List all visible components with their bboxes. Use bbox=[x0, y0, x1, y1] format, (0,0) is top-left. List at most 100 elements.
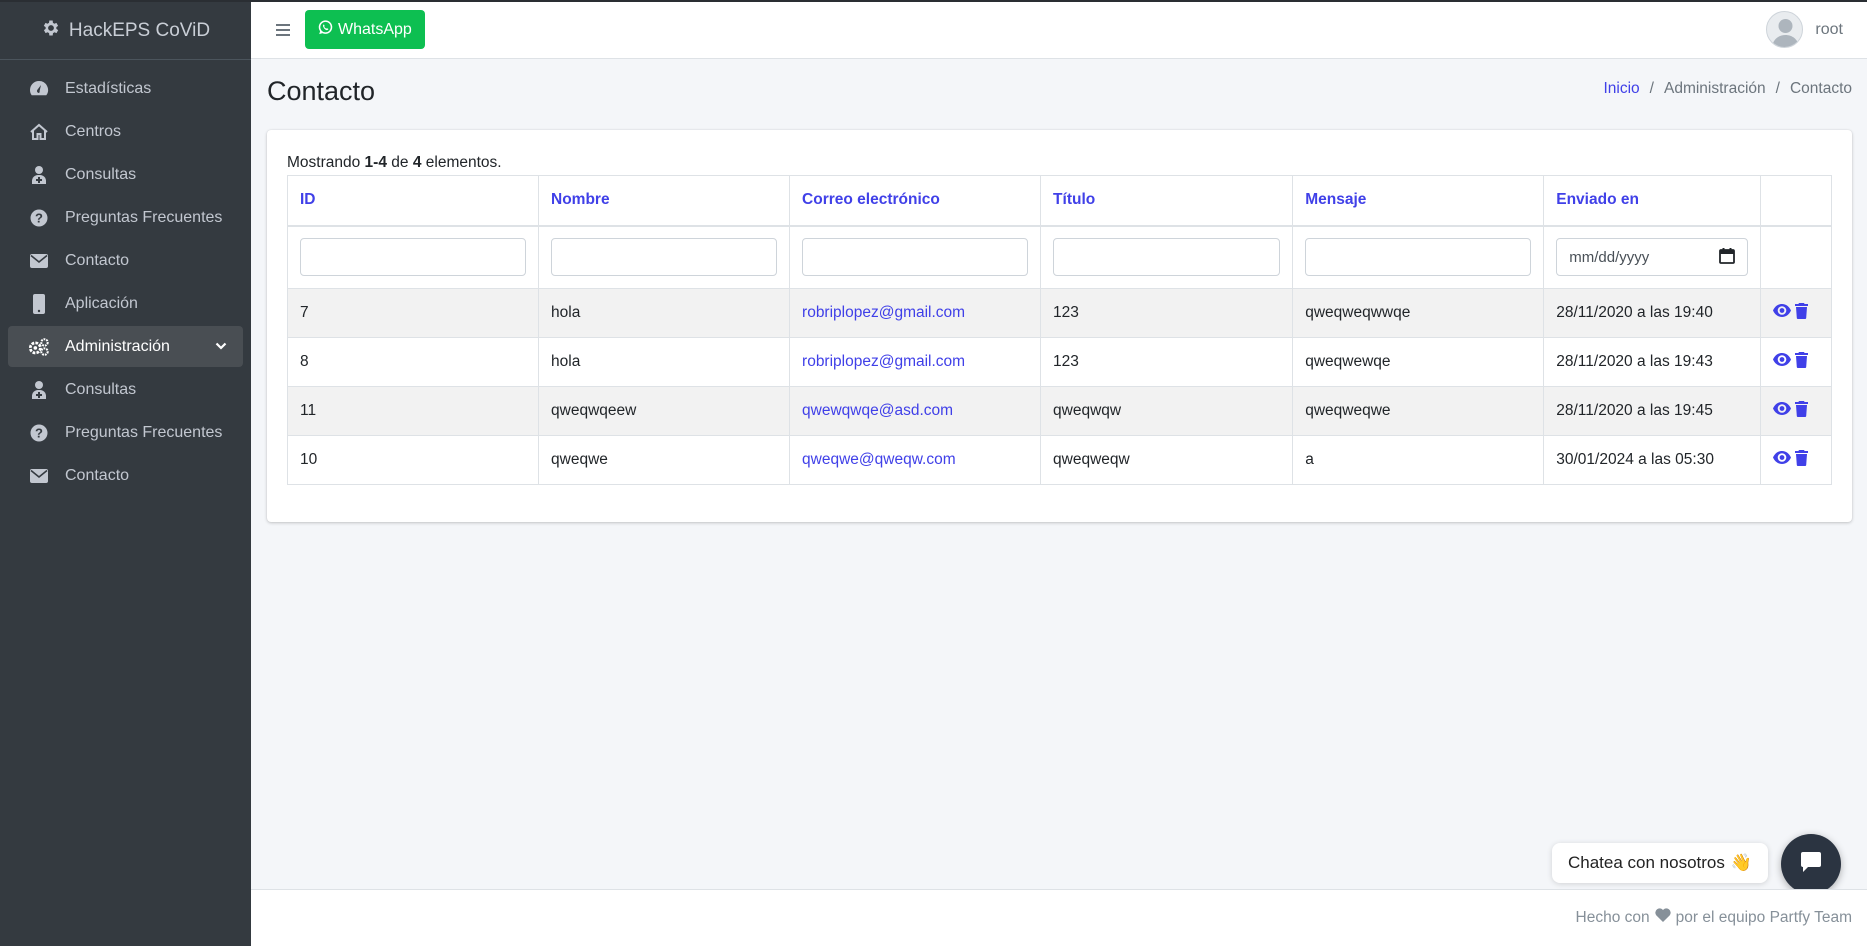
footer: Hecho con por el equipo Partfy Team bbox=[251, 889, 1867, 946]
user-menu[interactable]: root bbox=[1766, 11, 1843, 48]
filter-date-input[interactable]: mm/dd/yyyy bbox=[1556, 238, 1748, 277]
trash-icon[interactable] bbox=[1794, 449, 1808, 471]
cell-nombre: hola bbox=[538, 288, 791, 338]
date-placeholder: mm/dd/yyyy bbox=[1569, 248, 1650, 266]
trash-icon[interactable] bbox=[1794, 400, 1808, 422]
sidebar-item-label: Contacto bbox=[65, 251, 130, 269]
svg-text:?: ? bbox=[35, 210, 43, 225]
chevron-down-icon bbox=[215, 338, 227, 356]
envelope-icon bbox=[28, 250, 50, 272]
page-title: Contacto bbox=[267, 76, 376, 106]
email-link[interactable]: robriplopez@gmail.com bbox=[802, 304, 965, 321]
sidebar-item-preguntas-frecuentes[interactable]: ? Preguntas Frecuentes bbox=[8, 197, 243, 238]
brand[interactable]: HackEPS CoViD bbox=[0, 2, 251, 60]
sidebar-item-estadisticas[interactable]: Estadísticas bbox=[8, 68, 243, 109]
email-link[interactable]: qwewqwqe@asd.com bbox=[802, 402, 953, 419]
eye-icon[interactable] bbox=[1772, 451, 1791, 469]
footer-after: por el equipo Partfy Team bbox=[1675, 908, 1852, 926]
cell-id: 10 bbox=[286, 435, 540, 485]
contact-card: Mostrando 1-4 de 4 elementos. ID Nombre … bbox=[267, 130, 1852, 522]
grid-summary: Mostrando 1-4 de 4 elementos. bbox=[287, 154, 502, 172]
column-header-titulo[interactable]: Título bbox=[1040, 175, 1294, 227]
trash-icon[interactable] bbox=[1794, 351, 1808, 373]
column-header-mensaje[interactable]: Mensaje bbox=[1292, 175, 1545, 227]
mobile-icon bbox=[28, 293, 50, 315]
whatsapp-button[interactable]: WhatsApp bbox=[305, 10, 425, 49]
cell-correo: qwewqwqe@asd.com bbox=[789, 386, 1042, 436]
eye-icon[interactable] bbox=[1772, 402, 1791, 420]
sidebar: HackEPS CoViD Estadísticas Centros Consu… bbox=[0, 0, 251, 946]
envelope-icon bbox=[28, 465, 50, 487]
cell-id: 7 bbox=[286, 288, 540, 338]
user-doctor-icon bbox=[28, 164, 50, 186]
chat-invite-bubble[interactable]: Chatea con nosotros 👋 bbox=[1552, 843, 1769, 883]
sidebar-item-admin-consultas[interactable]: Consultas bbox=[8, 369, 243, 410]
user-doctor-icon bbox=[28, 379, 50, 401]
trash-icon[interactable] bbox=[1794, 302, 1808, 324]
filter-id-input[interactable] bbox=[300, 238, 527, 277]
summary-suffix: elementos. bbox=[425, 154, 502, 171]
column-header-id[interactable]: ID bbox=[286, 175, 540, 227]
table-row: 11 qweqwqeew qwewqwqe@asd.com qweqwqw qw… bbox=[286, 386, 1833, 436]
table-row: 7 hola robriplopez@gmail.com 123 qweqweq… bbox=[286, 288, 1833, 338]
gears-icon bbox=[28, 336, 50, 358]
cell-actions bbox=[1759, 435, 1833, 485]
breadcrumb-home-link[interactable]: Inicio bbox=[1603, 80, 1639, 98]
filter-cell: mm/dd/yyyy bbox=[1543, 225, 1761, 289]
sidebar-item-label: Administración bbox=[65, 337, 170, 355]
breadcrumb-admin: Administración bbox=[1663, 80, 1766, 97]
sidebar-item-admin-preguntas-frecuentes[interactable]: ? Preguntas Frecuentes bbox=[8, 412, 243, 453]
sidebar-item-administracion[interactable]: Administración bbox=[8, 326, 243, 367]
summary-total: 4 bbox=[412, 154, 422, 171]
breadcrumb: Inicio / Administración / Contacto bbox=[1603, 80, 1852, 98]
sidebar-item-admin-contacto[interactable]: Contacto bbox=[8, 455, 243, 496]
filter-cell bbox=[538, 225, 791, 289]
chat-open-button[interactable] bbox=[1781, 834, 1841, 894]
cell-actions bbox=[1759, 288, 1833, 338]
chat-icon bbox=[1800, 851, 1822, 878]
cell-enviado: 28/11/2020 a las 19:43 bbox=[1543, 337, 1761, 387]
filter-titulo-input[interactable] bbox=[1053, 238, 1281, 277]
user-name: root bbox=[1815, 20, 1843, 38]
email-link[interactable]: robriplopez@gmail.com bbox=[802, 353, 965, 370]
sidebar-item-centros[interactable]: Centros bbox=[8, 111, 243, 152]
eye-icon[interactable] bbox=[1772, 353, 1791, 371]
column-header-correo[interactable]: Correo electrónico bbox=[789, 175, 1042, 227]
eye-icon[interactable] bbox=[1772, 304, 1791, 322]
filter-correo-input[interactable] bbox=[802, 238, 1029, 277]
sidebar-item-consultas[interactable]: Consultas bbox=[8, 154, 243, 195]
cell-actions bbox=[1759, 386, 1833, 436]
hamburger-menu-icon[interactable] bbox=[275, 22, 291, 38]
cell-mensaje: qweqweqwwqe bbox=[1292, 288, 1545, 338]
sidebar-item-contacto[interactable]: Contacto bbox=[8, 240, 243, 281]
sidebar-item-aplicacion[interactable]: Aplicación bbox=[8, 283, 243, 324]
filter-cell bbox=[286, 225, 540, 289]
table-header-row: ID Nombre Correo electrónico Título Mens… bbox=[286, 175, 1833, 227]
cell-enviado: 28/11/2020 a las 19:40 bbox=[1543, 288, 1761, 338]
filter-cell bbox=[1292, 225, 1545, 289]
breadcrumb-current: Contacto bbox=[1789, 80, 1852, 97]
column-header-nombre[interactable]: Nombre bbox=[538, 175, 791, 227]
filter-cell bbox=[1040, 225, 1294, 289]
cell-mensaje: qweqwewqe bbox=[1292, 337, 1545, 387]
filter-mensaje-input[interactable] bbox=[1305, 238, 1532, 277]
sidebar-item-label: Consultas bbox=[65, 380, 137, 398]
sidebar-item-label: Estadísticas bbox=[65, 79, 152, 97]
cell-correo: qweqwe@qweqw.com bbox=[789, 435, 1042, 485]
home-icon bbox=[28, 121, 50, 143]
question-circle-icon: ? bbox=[28, 422, 50, 444]
cell-mensaje: a bbox=[1292, 435, 1545, 485]
brand-name: HackEPS CoViD bbox=[68, 19, 211, 41]
filter-cell bbox=[789, 225, 1042, 289]
cell-correo: robriplopez@gmail.com bbox=[789, 288, 1042, 338]
table-body: 7 hola robriplopez@gmail.com 123 qweqweq… bbox=[286, 288, 1833, 485]
cell-enviado: 28/11/2020 a las 19:45 bbox=[1543, 386, 1761, 436]
cell-titulo: qweqwqw bbox=[1040, 386, 1294, 436]
email-link[interactable]: qweqwe@qweqw.com bbox=[802, 451, 956, 468]
heart-icon bbox=[1655, 908, 1671, 927]
filter-nombre-input[interactable] bbox=[551, 238, 778, 277]
admin-submenu: Consultas ? Preguntas Frecuentes Contact… bbox=[8, 369, 243, 496]
summary-prefix: Mostrando bbox=[287, 154, 361, 171]
calendar-icon[interactable] bbox=[1719, 247, 1735, 268]
column-header-enviado[interactable]: Enviado en bbox=[1543, 175, 1761, 227]
